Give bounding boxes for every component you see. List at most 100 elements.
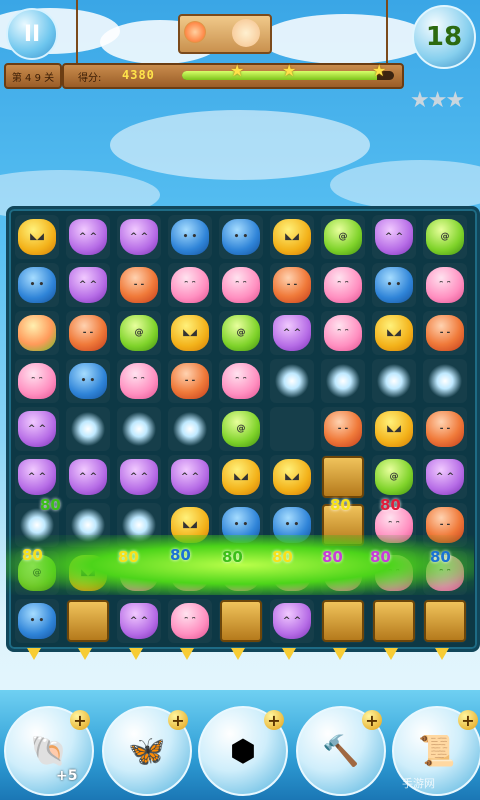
board-cell[interactable]: • • (66, 359, 110, 403)
board-cell[interactable]: - - (270, 263, 314, 307)
board-cell[interactable]: @ (117, 311, 161, 355)
board-cell[interactable] (372, 359, 416, 403)
board-cell[interactable]: ᵔ ᵔ (219, 359, 263, 403)
board-cell[interactable] (66, 503, 110, 547)
board-cell[interactable]: - - (423, 503, 467, 547)
board-cell[interactable] (321, 359, 365, 403)
board-cell[interactable] (423, 599, 467, 643)
board-cell[interactable]: ^ ^ (372, 215, 416, 259)
board-cell[interactable] (372, 599, 416, 643)
board-cell[interactable] (423, 359, 467, 403)
yellow-piece: ◣◢ (69, 555, 107, 591)
add-booster-icon[interactable]: + (362, 710, 382, 730)
booster-button[interactable]: ⬢ + (198, 706, 288, 796)
pause-button[interactable]: II (6, 8, 58, 60)
yellow-piece: ◣◢ (171, 315, 209, 351)
board-cell[interactable]: • • (372, 263, 416, 307)
board-cell[interactable] (321, 599, 365, 643)
booster-button[interactable]: 🐚 + (4, 706, 94, 796)
board-cell[interactable]: ᵔ ᵔ (168, 263, 212, 307)
score-popup: 80 (380, 496, 401, 514)
column-drop-arrow (435, 648, 449, 660)
yellow-piece: ◣◢ (273, 459, 311, 495)
board-cell[interactable]: ᵔ ᵔ (219, 263, 263, 307)
score-value: 4380 (122, 68, 155, 82)
board-cell[interactable]: ^ ^ (15, 407, 59, 451)
column-drop-arrow (384, 648, 398, 660)
piece-face: ᵔ ᵔ (439, 280, 451, 290)
blue-piece: • • (18, 267, 56, 303)
board-cell[interactable]: ^ ^ (117, 599, 161, 643)
add-booster-icon[interactable]: + (264, 710, 284, 730)
pink-piece: ᵔ ᵔ (120, 363, 158, 399)
board-cell[interactable]: - - (423, 407, 467, 451)
piece-face: ᵔ ᵔ (439, 568, 451, 578)
board-cell[interactable]: ^ ^ (117, 215, 161, 259)
board-cell[interactable]: ^ ^ (66, 455, 110, 499)
piece-face: ᵔ ᵔ (235, 568, 247, 578)
green-piece: @ (426, 219, 464, 255)
board-cell[interactable]: ^ ^ (117, 455, 161, 499)
board-cell[interactable]: ◣◢ (270, 455, 314, 499)
board-cell[interactable]: @ (372, 455, 416, 499)
board-cell[interactable]: ◣◢ (168, 311, 212, 355)
board-cell[interactable]: ◣◢ (66, 551, 110, 595)
board-cell[interactable]: ᵔ ᵔ (423, 263, 467, 307)
blue-piece: • • (18, 603, 56, 639)
board-cell[interactable]: - - (423, 311, 467, 355)
board-cell[interactable] (66, 407, 110, 451)
board-cell[interactable]: - - (66, 311, 110, 355)
board-cell[interactable]: @ (219, 311, 263, 355)
board-cell[interactable]: • • (15, 263, 59, 307)
board-cell[interactable]: ᵔ ᵔ (321, 263, 365, 307)
board-cell[interactable] (219, 599, 263, 643)
board-cell[interactable]: • • (15, 599, 59, 643)
board-cell[interactable]: - - (117, 263, 161, 307)
board-cell[interactable]: ^ ^ (15, 455, 59, 499)
board-cell[interactable]: ◣◢ (270, 215, 314, 259)
yellow-piece: ◣◢ (273, 219, 311, 255)
board-cell[interactable]: ◣◢ (219, 455, 263, 499)
board-cell[interactable]: ^ ^ (168, 455, 212, 499)
crate-piece (220, 600, 262, 642)
blue-piece: • • (273, 507, 311, 543)
board-cell[interactable] (117, 503, 161, 547)
board-cell[interactable]: ᵔ ᵔ (168, 599, 212, 643)
board-cell[interactable]: ^ ^ (66, 263, 110, 307)
add-booster-icon[interactable]: + (458, 710, 478, 730)
monk-character-icon (232, 19, 260, 47)
board-cell[interactable]: • • (219, 503, 263, 547)
board-cell[interactable]: ^ ^ (423, 455, 467, 499)
score-bar: 得分: 4380 ★ ★ ★ (62, 61, 404, 89)
piece-face: ^ ^ (129, 472, 149, 482)
board-cell[interactable]: • • (219, 215, 263, 259)
board-cell[interactable] (168, 407, 212, 451)
board-cell[interactable]: ◣◢ (15, 215, 59, 259)
board-cell[interactable] (321, 455, 365, 499)
board-cell[interactable]: @ (321, 215, 365, 259)
board-cell[interactable]: ᵔ ᵔ (15, 359, 59, 403)
add-booster-icon[interactable]: + (168, 710, 188, 730)
board-cell[interactable]: ◣◢ (372, 311, 416, 355)
board-cell[interactable] (117, 407, 161, 451)
board-cell[interactable]: • • (168, 215, 212, 259)
board-cell[interactable]: • • (270, 503, 314, 547)
board-cell[interactable]: @ (423, 215, 467, 259)
booster-button[interactable]: 🔨 + (296, 706, 386, 796)
board-cell[interactable]: ◣◢ (168, 503, 212, 547)
add-booster-icon[interactable]: + (70, 710, 90, 730)
board-cell[interactable]: ^ ^ (270, 599, 314, 643)
board-cell[interactable]: - - (321, 407, 365, 451)
board-cell[interactable]: - - (168, 359, 212, 403)
board-cell[interactable]: @ (219, 407, 263, 451)
board-cell[interactable]: ᵔ ᵔ (117, 359, 161, 403)
board-cell[interactable] (270, 407, 314, 451)
board-cell[interactable]: ᵔ ᵔ (321, 311, 365, 355)
board-cell[interactable]: ◣◢ (372, 407, 416, 451)
board-cell[interactable] (270, 359, 314, 403)
booster-button[interactable]: 🦋 + (102, 706, 192, 796)
board-cell[interactable]: ^ ^ (66, 215, 110, 259)
board-cell[interactable] (15, 311, 59, 355)
board-cell[interactable] (66, 599, 110, 643)
board-cell[interactable]: ^ ^ (270, 311, 314, 355)
